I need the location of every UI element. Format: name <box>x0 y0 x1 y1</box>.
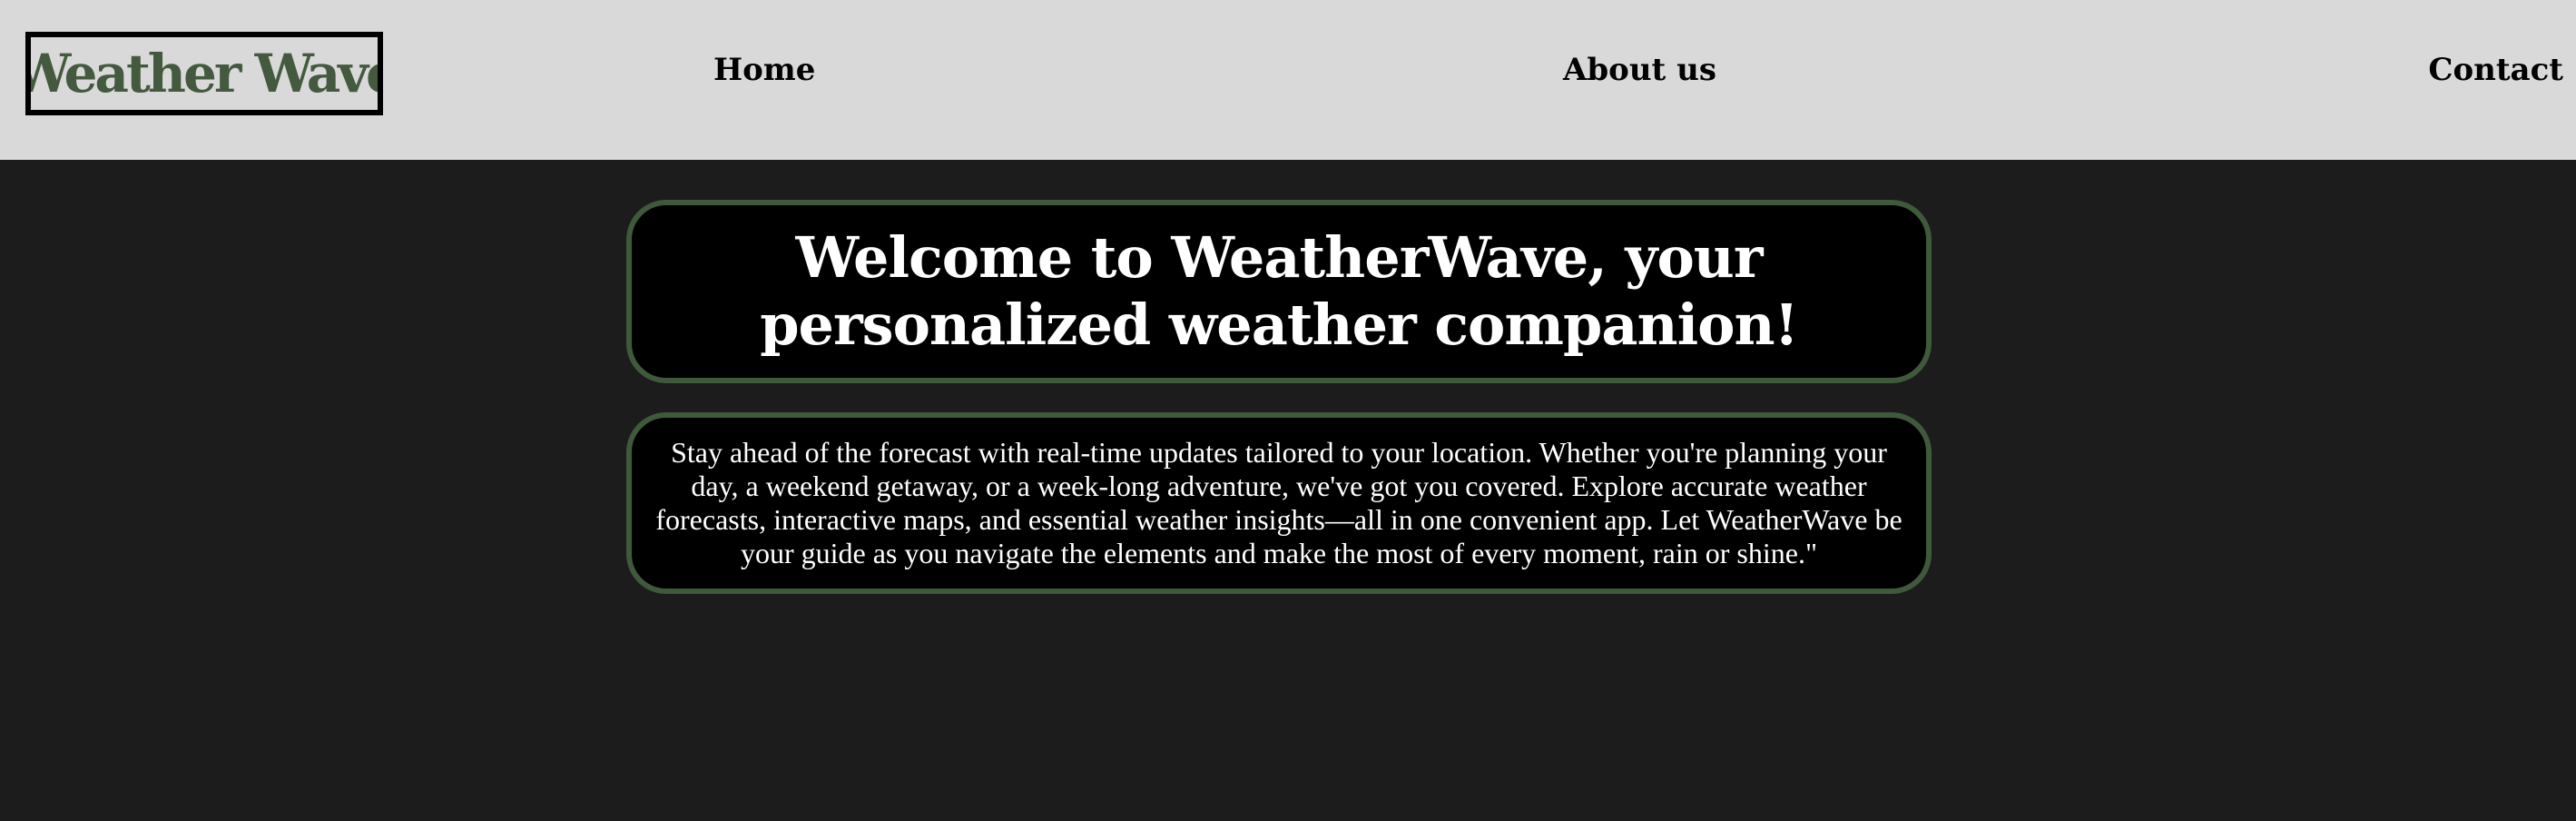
nav-link-home[interactable]: Home <box>713 51 815 89</box>
logo[interactable]: Weather Wave <box>25 32 383 115</box>
nav-link-about-us[interactable]: About us <box>1563 51 1716 89</box>
welcome-heading: Welcome to WeatherWave, your personalize… <box>760 224 1799 358</box>
site-header: Weather Wave Home About us Contact <box>0 0 2576 160</box>
intro-paragraph: Stay ahead of the forecast with real-tim… <box>655 436 1903 569</box>
welcome-panel: Welcome to WeatherWave, your personalize… <box>626 200 1932 383</box>
nav-link-contact[interactable]: Contact <box>2428 51 2563 89</box>
intro-panel: Stay ahead of the forecast with real-tim… <box>626 412 1932 594</box>
logo-text: Weather Wave <box>25 43 383 104</box>
